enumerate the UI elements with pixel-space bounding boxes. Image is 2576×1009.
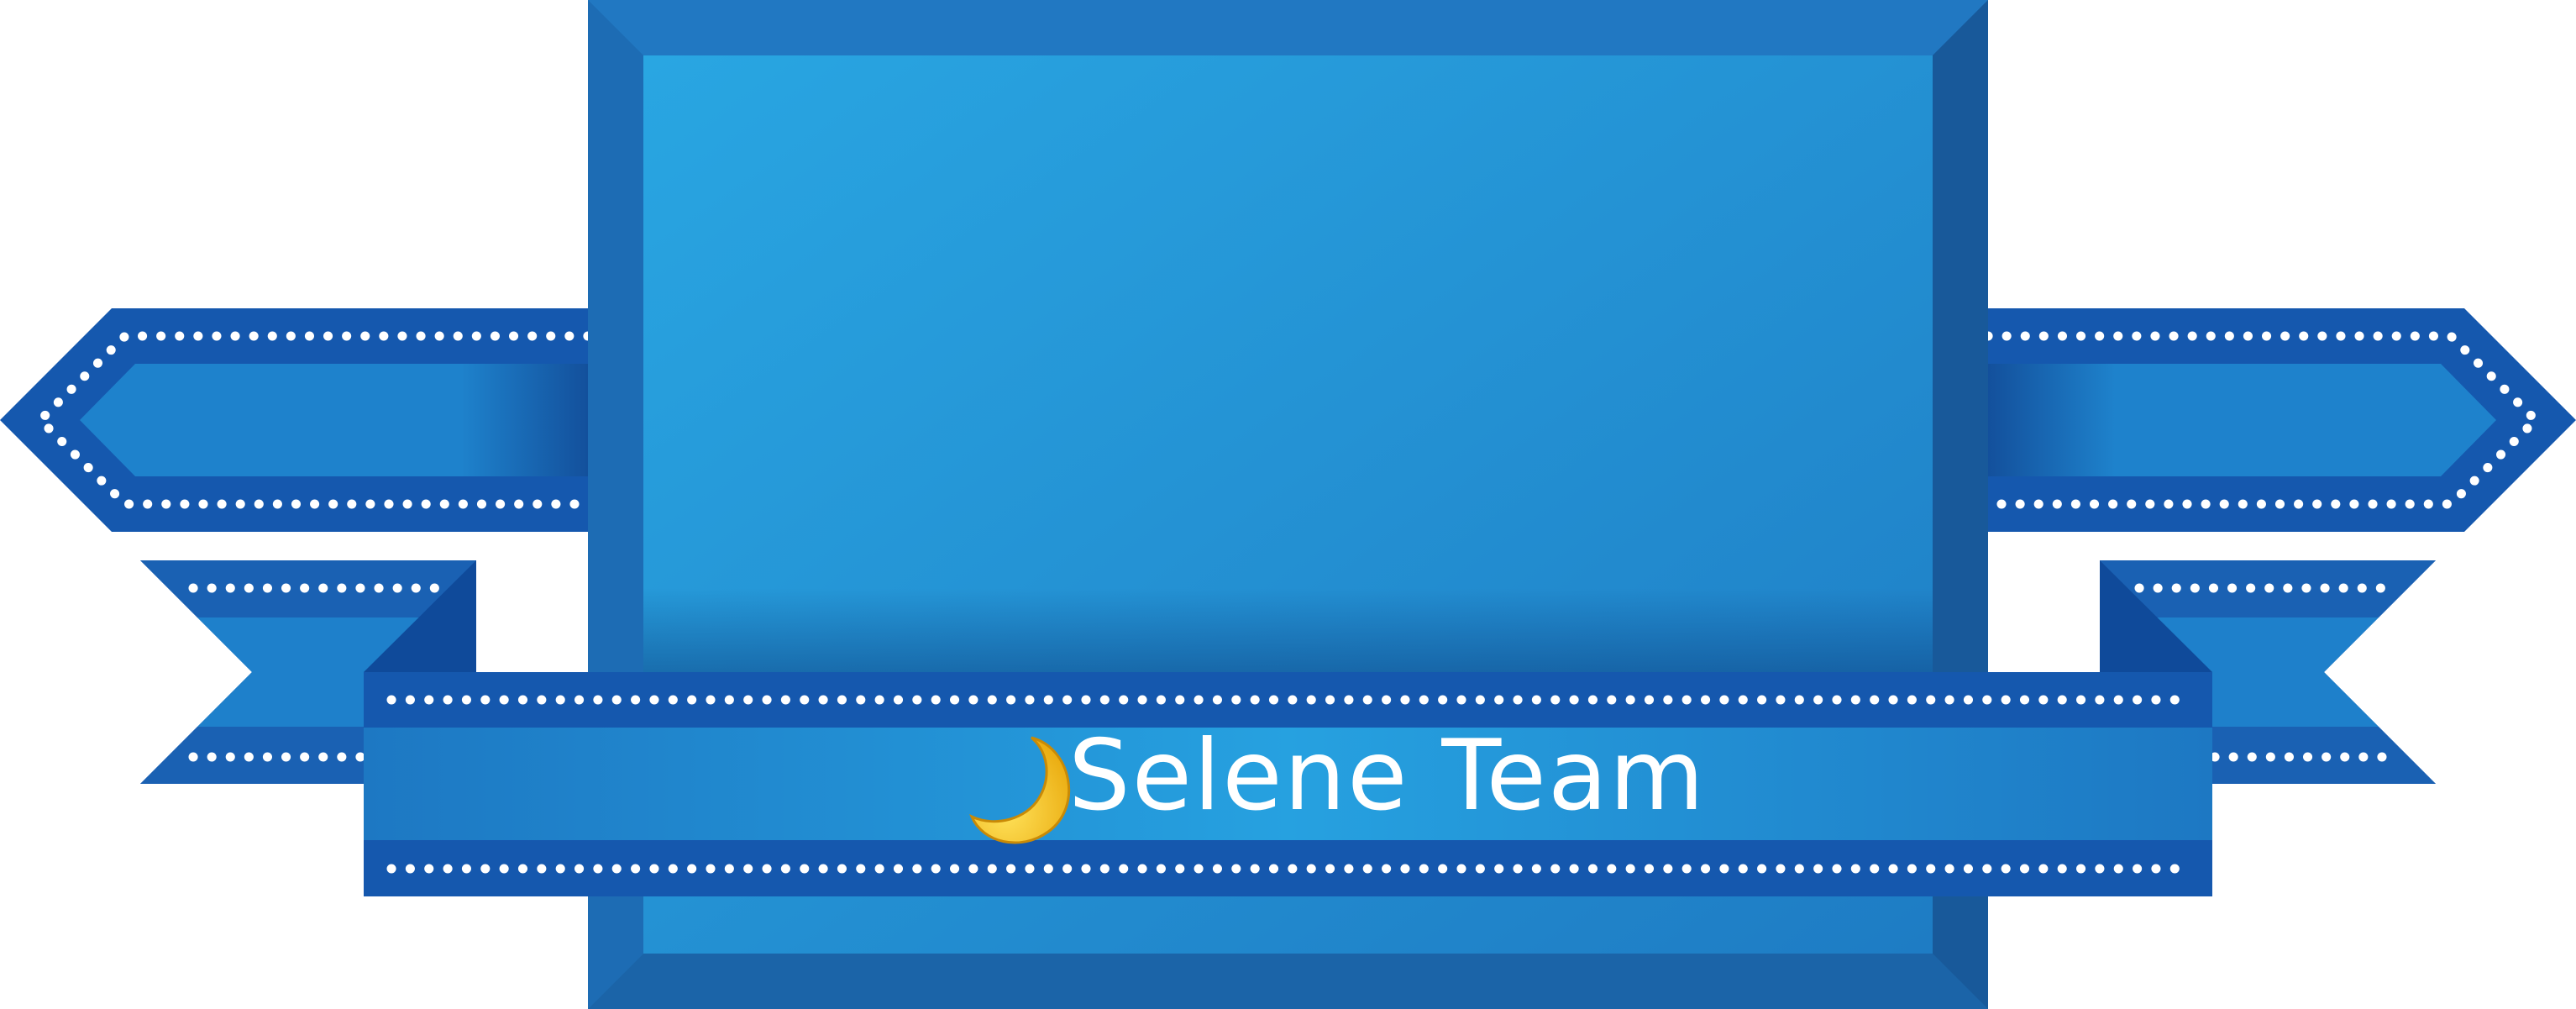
left-upper-arm: [0, 308, 593, 532]
team-name-label: Selene Team: [1068, 719, 1706, 833]
right-upper-arm: [1983, 308, 2576, 532]
ribbon-banner: [0, 0, 2576, 1009]
